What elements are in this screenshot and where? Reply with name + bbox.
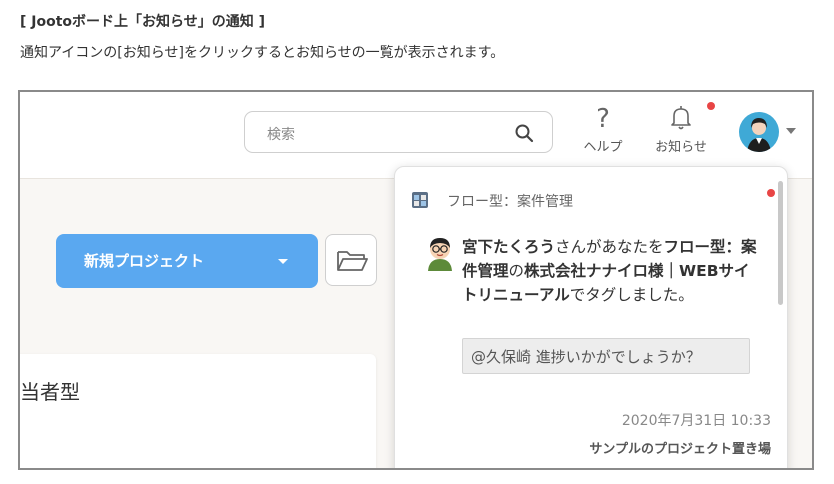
scrollbar[interactable] — [778, 181, 783, 305]
notification-message[interactable]: 宮下たくろうさんがあなたをフロー型：案件管理の株式会社ナナイロ様｜WEBサイトリ… — [462, 235, 762, 307]
project-card[interactable]: 当者型 — [20, 354, 376, 468]
notifications-label: お知らせ — [655, 140, 707, 155]
person-avatar-icon — [428, 238, 452, 271]
message-text: の — [508, 262, 525, 280]
help-label: ヘルプ — [583, 140, 623, 155]
search-box[interactable]: 検索 — [244, 111, 553, 153]
bell-icon — [646, 104, 716, 136]
folder-icon — [337, 251, 368, 271]
notifications-button[interactable]: お知らせ — [646, 104, 716, 164]
chevron-down-icon[interactable] — [278, 259, 288, 264]
unread-indicator — [707, 102, 715, 110]
folder-button[interactable] — [325, 234, 377, 286]
avatar[interactable] — [739, 112, 779, 152]
search-input[interactable]: 検索 — [267, 124, 295, 144]
new-project-button[interactable]: 新規プロジェクト — [56, 234, 318, 288]
new-project-label: 新規プロジェクト — [84, 252, 205, 270]
app-screenshot: 検索 ? ヘルプ お知らせ 新規プロジェクト 当者型 フロー型：案件管理 宮下た… — [18, 90, 814, 470]
notification-date: 2020年7月31日 10:33 — [621, 413, 771, 429]
message-text: でタグしました。 — [569, 286, 694, 304]
article-heading: [ Jootoボード上「お知らせ」の通知 ] — [20, 14, 266, 30]
comment-quote: @久保崎 進捗いかがでしょうか？ — [462, 338, 750, 374]
project-icon — [412, 192, 428, 208]
article-description: 通知アイコンの[お知らせ]をクリックするとお知らせの一覧が表示されます。 — [20, 45, 505, 61]
help-icon: ? — [596, 104, 610, 134]
sender-name: 宮下たくろう — [462, 238, 556, 256]
unread-dot — [767, 189, 775, 197]
card-title: 当者型 — [20, 380, 80, 404]
notification-project-name[interactable]: フロー型：案件管理 — [447, 191, 573, 211]
message-text: さんがあなたを — [555, 238, 664, 256]
project-link[interactable]: サンプルのプロジェクト置き場 — [589, 438, 771, 457]
search-icon[interactable] — [514, 123, 534, 143]
notification-panel: フロー型：案件管理 宮下たくろうさんがあなたをフロー型：案件管理の株式会社ナナイ… — [394, 166, 788, 468]
chevron-down-icon[interactable] — [786, 128, 796, 134]
help-button[interactable]: ? ヘルプ — [568, 104, 638, 164]
